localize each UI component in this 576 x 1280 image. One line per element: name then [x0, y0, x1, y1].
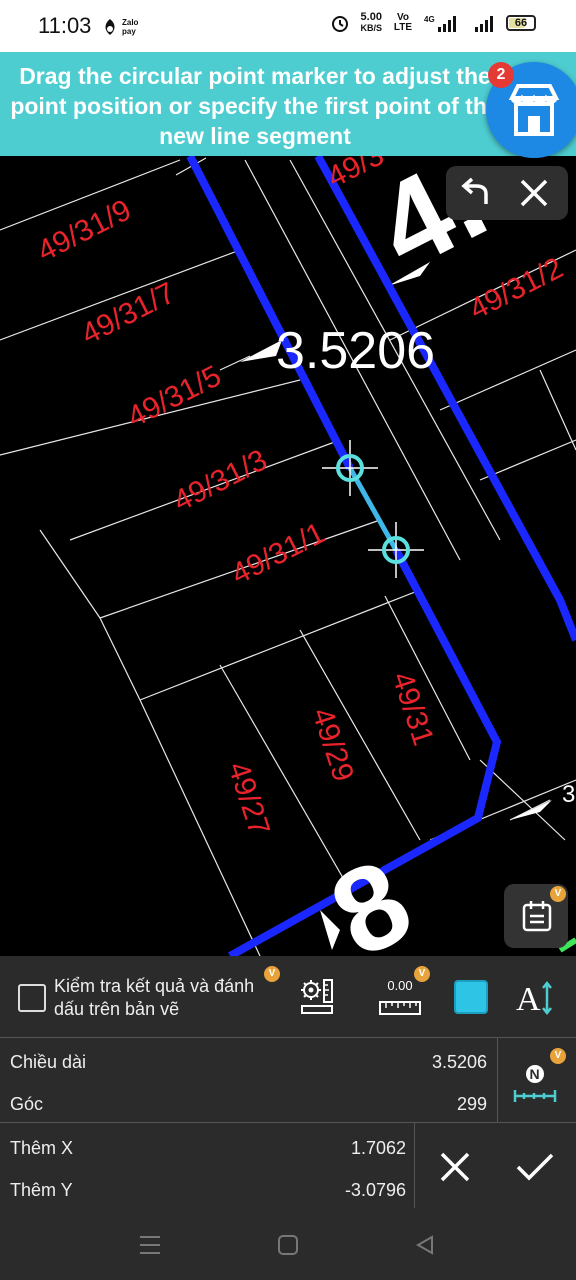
delta-y-label: Thêm Y [10, 1180, 73, 1200]
text-size-icon[interactable]: A [514, 978, 556, 1018]
angle-value[interactable]: 299 [457, 1094, 487, 1115]
vip-badge: V [414, 966, 430, 982]
notification-badge: 2 [488, 62, 514, 88]
length-row: Chiều dài 3.5206 [0, 1040, 497, 1082]
lot-label: 49/29 [305, 704, 360, 786]
battery-icon: 66 [506, 15, 536, 31]
status-bar: 11:03 Zalo pay 5.00 KB/S Vo LTE 4G 66 [0, 0, 576, 52]
grip-point[interactable] [322, 440, 378, 496]
lot-label: 49/27 [221, 758, 276, 840]
home-icon[interactable] [277, 1234, 299, 1256]
recents-icon[interactable] [138, 1234, 162, 1256]
back-icon[interactable] [414, 1234, 436, 1256]
divider [497, 1038, 498, 1122]
signal-icon [475, 16, 493, 32]
svg-text:A: A [516, 981, 541, 1018]
lot-label: 49/31/5 [122, 359, 226, 434]
signal-4g-icon: 4G [424, 15, 456, 32]
zalo-pay-icon: Zalo pay [105, 18, 139, 36]
dimension-label: 3.5206 [276, 322, 435, 380]
volte-indicator: Vo LTE [393, 12, 413, 33]
check-row: Kiểm tra kết quả và đánh dấu trên bản vẽ… [0, 956, 576, 1038]
length-label: Chiều dài [10, 1052, 87, 1072]
settings-ruler-icon[interactable] [298, 976, 338, 1016]
selected-segment[interactable] [347, 466, 399, 552]
grip-point[interactable] [368, 522, 424, 578]
alarm-icon [332, 16, 349, 32]
length-value[interactable]: 3.5206 [432, 1052, 487, 1073]
svg-text:4G: 4G [424, 15, 435, 24]
vip-badge: V [550, 1048, 566, 1064]
cancel-icon[interactable] [438, 1150, 472, 1184]
lot-label: 49/31/3 [168, 443, 272, 518]
svg-text:N: N [530, 1066, 540, 1082]
check-result-label[interactable]: Kiểm tra kết quả và đánh dấu trên bản vẽ [54, 975, 284, 1021]
navigation-bar [0, 1210, 576, 1280]
undo-close-panel [446, 166, 568, 220]
color-picker-button[interactable] [454, 980, 488, 1014]
divider [0, 1122, 576, 1123]
delta-x-value[interactable]: 1.7062 [351, 1138, 406, 1159]
edge-label: 3 [562, 781, 575, 808]
svg-text:Zalo: Zalo [122, 18, 139, 27]
ruler-icon[interactable] [378, 996, 422, 1018]
delta-x-label: Thêm X [10, 1138, 74, 1158]
check-result-checkbox[interactable] [18, 984, 46, 1012]
calendar-icon [522, 901, 552, 932]
divider [414, 1122, 415, 1208]
north-measure-icon[interactable]: N [512, 1060, 558, 1106]
confirm-check-icon[interactable] [514, 1150, 556, 1184]
delta-y-row: Thêm Y -3.0796 [0, 1168, 414, 1210]
lot-label: 49/31/1 [226, 516, 330, 591]
network-speed: 5.00 KB/S [360, 11, 382, 34]
close-icon[interactable] [518, 177, 550, 209]
lot-label: 49/31 [385, 668, 440, 750]
vip-badge: V [264, 966, 280, 982]
lot-label: 49/31/7 [76, 276, 180, 351]
drawing-canvas[interactable]: 49/31/9 49/31/7 49/31/5 49/31/3 49/31/1 … [0, 156, 576, 956]
vip-badge: V [550, 886, 566, 902]
svg-text:pay: pay [122, 27, 136, 36]
ruler-value: 0.00 [387, 978, 413, 993]
undo-icon[interactable] [458, 176, 494, 210]
clock: 11:03 [38, 13, 92, 38]
angle-row: Góc 299 [0, 1082, 497, 1124]
angle-label: Góc [10, 1094, 44, 1114]
hint-text: Drag the circular point marker to adjust… [10, 63, 500, 149]
delta-x-row: Thêm X 1.7062 [0, 1126, 414, 1168]
lot-label: 49/31/9 [32, 193, 136, 268]
delta-y-value[interactable]: -3.0796 [345, 1180, 406, 1201]
